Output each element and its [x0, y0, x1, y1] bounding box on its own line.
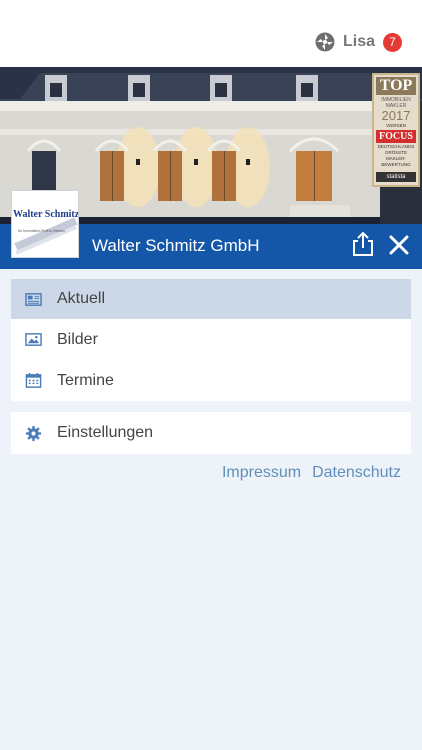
logo-name: Walter Schmitz	[13, 209, 79, 220]
top-makler-seal: TOP IMMOBILIEN MAKLER 2017 VIERSEN FOCUS…	[372, 73, 420, 187]
datenschutz-link[interactable]: Datenschutz	[312, 464, 401, 482]
settings-menu: Einstellungen	[11, 412, 411, 454]
seal-top: TOP	[376, 77, 416, 95]
company-logo: Walter Schmitz Ihr Immobilien-Profi in V…	[11, 190, 79, 258]
seal-year: 2017	[381, 108, 411, 123]
calendar-icon	[25, 372, 42, 388]
puzzle-swirl-icon	[315, 32, 335, 52]
logo-graphic	[12, 191, 78, 257]
seal-note: DEUTSCHLANDS GRÖSSTE MAKLER-BEWERTUNG	[377, 144, 415, 167]
impressum-link[interactable]: Impressum	[222, 464, 301, 482]
seal-region: VIERSEN	[386, 123, 406, 128]
footer-links: Impressum Datenschutz	[211, 464, 401, 482]
menu-item-aktuell[interactable]: Aktuell	[11, 279, 411, 319]
company-title: Walter Schmitz GmbH	[92, 236, 260, 255]
navigation-menu: Aktuell Bilder Termine	[11, 279, 411, 401]
menu-item-termine[interactable]: Termine	[11, 360, 411, 401]
menu-label-bilder: Bilder	[57, 330, 98, 348]
image-icon	[25, 333, 42, 346]
user-menu[interactable]: Lisa 7	[315, 32, 402, 52]
menu-label-termine: Termine	[57, 371, 114, 389]
gear-icon	[25, 425, 42, 441]
logo-tagline: Ihr Immobilien-Profi in Viersen	[18, 229, 65, 233]
close-icon[interactable]	[387, 233, 411, 257]
user-name[interactable]: Lisa	[343, 33, 375, 51]
menu-item-einstellungen[interactable]: Einstellungen	[11, 412, 411, 454]
share-icon[interactable]	[350, 231, 376, 257]
menu-item-bilder[interactable]: Bilder	[11, 319, 411, 360]
menu-label-aktuell: Aktuell	[57, 290, 106, 307]
seal-partner: statista	[376, 172, 416, 182]
newspaper-icon	[25, 292, 42, 306]
seal-magazine: FOCUS	[376, 130, 416, 143]
menu-label-einstellungen: Einstellungen	[57, 424, 154, 441]
top-bar: Lisa 7	[0, 0, 422, 67]
notification-badge[interactable]: 7	[383, 32, 402, 52]
